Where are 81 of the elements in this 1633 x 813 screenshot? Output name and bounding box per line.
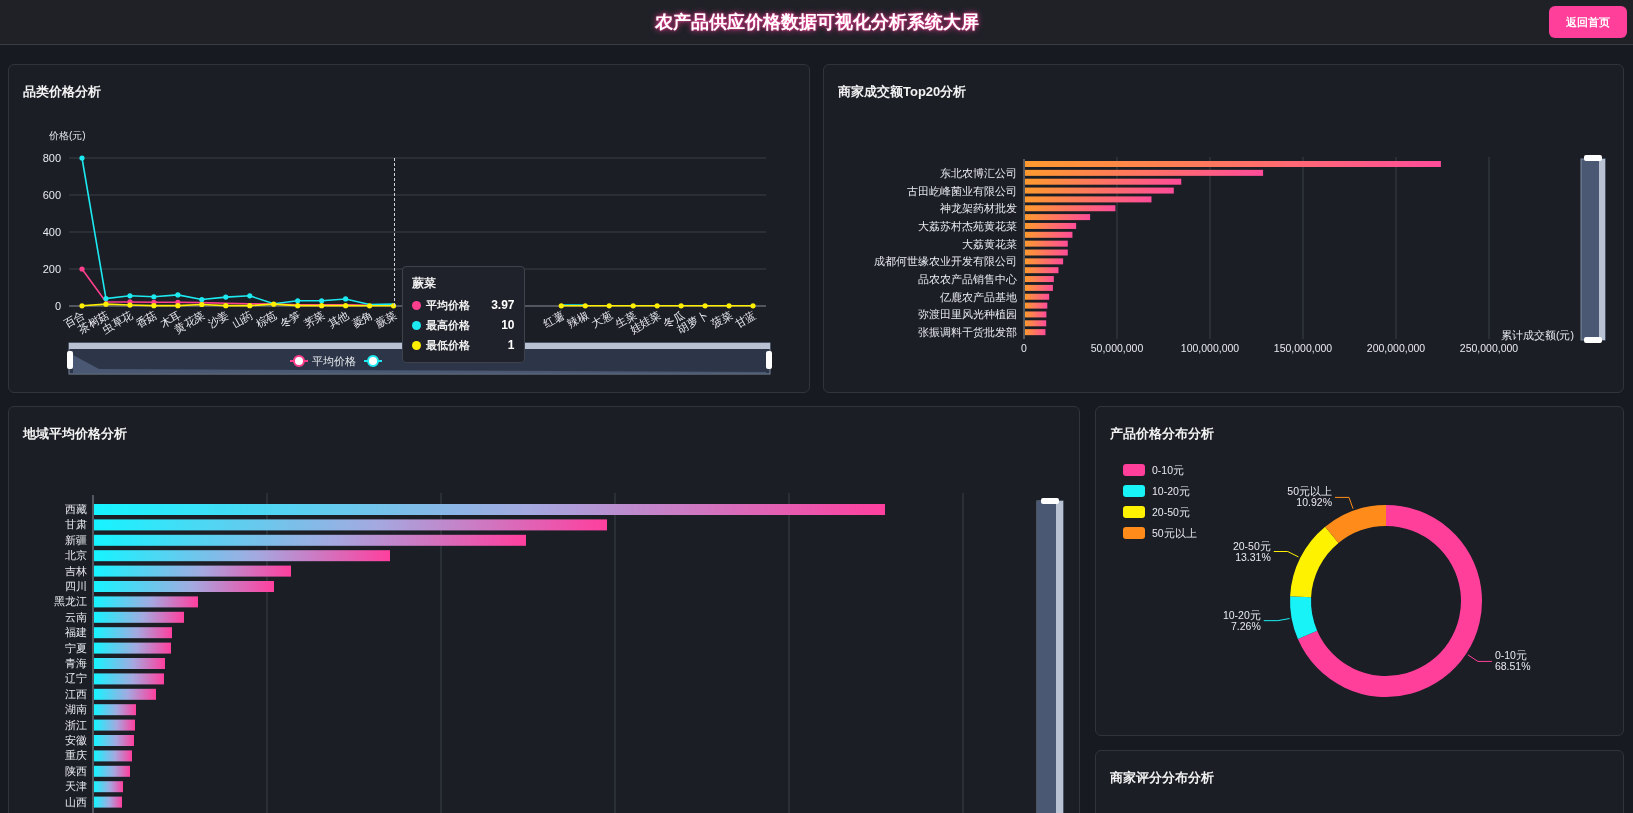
region-label: 江西	[65, 687, 87, 700]
region-label: 黑龙江	[54, 595, 87, 608]
region-label: 北京	[65, 549, 87, 562]
slice-percent: 68.51%	[1494, 660, 1531, 673]
legend-label[interactable]: 20-50元	[1152, 506, 1190, 518]
axis-tick-label: 400	[42, 226, 61, 238]
merchant-label: 古田屹峰菌业有限公司	[907, 184, 1017, 197]
category-label: 冬笋	[277, 308, 303, 330]
region-label: 辽宁	[65, 672, 87, 685]
legend-label[interactable]: 10-20元	[1152, 485, 1190, 497]
slice-label: 20-50元	[1232, 539, 1271, 552]
tooltip-label: 平均价格	[425, 297, 470, 313]
panel-title: 地域平均价格分析	[23, 426, 127, 441]
axis-tick-label: 250,000,000	[1459, 342, 1519, 354]
merchant-label: 大荔黄花菜	[962, 237, 1017, 250]
tooltip-value: 10	[501, 317, 515, 334]
axis-tick-label: 200	[42, 263, 61, 275]
category-label: 香菇	[133, 308, 159, 330]
category-label: 棕苞	[253, 308, 279, 330]
merchant-label: 东北农博汇公司	[940, 166, 1017, 179]
region-label: 福建	[65, 626, 87, 639]
category-label: 甘蓝	[732, 308, 758, 330]
tooltip-value: 1	[507, 337, 515, 354]
legend-label[interactable]: 平均价格	[312, 355, 356, 367]
slice-label: 10-20元	[1222, 608, 1261, 621]
region-label: 吉林	[65, 564, 87, 577]
region-label: 浙江	[65, 718, 87, 731]
category-label: 山药	[229, 308, 255, 330]
axis-tick-label: 0	[54, 300, 61, 312]
region-label: 云南	[65, 610, 87, 623]
region-label: 山西	[65, 795, 87, 808]
panel-title: 商家评分分布分析	[1110, 770, 1214, 785]
category-label: 荠菜	[301, 308, 327, 330]
region-label: 新疆	[65, 533, 87, 546]
region-label: 西藏	[65, 503, 87, 515]
axis-tick-label: 50,000,000	[1090, 342, 1144, 354]
tooltip-label: 最低价格	[425, 337, 470, 353]
region-label: 甘肃	[65, 518, 87, 531]
category-label: 菱角	[349, 308, 375, 330]
merchant-label: 亿鹿农产品基地	[940, 290, 1017, 303]
axis-title: 累计成交额(元)	[1501, 329, 1574, 341]
legend-label[interactable]: 50元以上	[1152, 527, 1197, 539]
panel-title: 品类价格分析	[23, 84, 101, 99]
axis-tick-label: 200,000,000	[1366, 342, 1426, 354]
slice-percent: 10.92%	[1296, 496, 1332, 509]
region-label: 湖南	[65, 703, 87, 716]
slice-label: 0-10元	[1494, 649, 1527, 662]
axis-tick-label: 0	[1021, 342, 1027, 354]
panel-title: 商家成交额Top20分析	[838, 84, 967, 99]
dashboard-title: 农产品供应价格数据可视化分析系统大屏	[654, 10, 979, 34]
region-label: 天津	[65, 780, 87, 793]
axis-tick-label: 150,000,000	[1273, 342, 1333, 354]
merchant-label: 弥渡田里风光种植园	[918, 308, 1017, 321]
category-label: 红薯	[541, 308, 567, 330]
category-label: 蕨菜	[373, 308, 399, 330]
region-label: 宁夏	[65, 641, 87, 654]
tooltip-title: 蕨菜	[411, 275, 436, 292]
category-label: 大葱	[589, 308, 615, 330]
legend-label[interactable]: 0-10元	[1152, 464, 1184, 476]
merchant-label: 神龙架药材批发	[940, 202, 1017, 215]
region-label: 陕西	[65, 764, 87, 777]
slice-label: 50元以上	[1287, 485, 1332, 498]
category-label: 辣椒	[565, 308, 591, 330]
merchant-label: 品农农产品销售中心	[918, 273, 1017, 286]
merchant-label: 大荔苏村杰苑黄花菜	[918, 219, 1017, 232]
region-label: 四川	[65, 580, 87, 592]
merchant-label: 张振调料干货批发部	[918, 326, 1017, 339]
panel-title: 产品价格分布分析	[1110, 426, 1214, 441]
region-label: 青海	[65, 657, 87, 669]
category-label: 其他	[325, 308, 351, 330]
category-label: 菠菜	[709, 308, 735, 330]
tooltip-label: 最高价格	[425, 317, 470, 333]
axis-title: 价格(元)	[49, 130, 86, 141]
tooltip-value: 3.97	[491, 297, 515, 314]
merchant-label: 成都何世缘农业开发有限公司	[874, 255, 1017, 268]
axis-tick-label: 100,000,000	[1180, 342, 1240, 354]
axis-tick-label: 800	[42, 152, 61, 164]
axis-tick-label: 600	[42, 189, 61, 201]
category-label: 沙姜	[205, 308, 231, 330]
region-label: 安徽	[65, 734, 87, 746]
region-label: 重庆	[65, 749, 87, 762]
